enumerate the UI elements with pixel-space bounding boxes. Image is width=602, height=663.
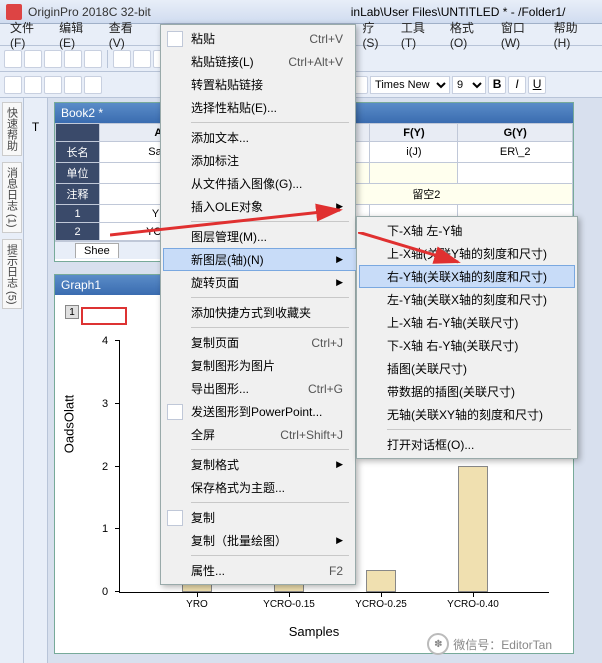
layer-number[interactable]: 1 <box>65 305 79 319</box>
menu-item[interactable]: 复制格式▶ <box>163 453 363 476</box>
menu-item[interactable]: 新图层(轴)(N)▶ <box>163 248 363 271</box>
menu-format[interactable]: 格式(O) <box>450 19 489 50</box>
y-axis-label: OadsOlatt <box>62 395 77 454</box>
tool-palette: T <box>24 98 48 663</box>
tool-icon[interactable] <box>24 76 42 94</box>
menu-item[interactable]: 打开对话框(O)... <box>359 433 575 456</box>
tool-icon[interactable] <box>64 76 82 94</box>
tool-icon[interactable] <box>44 76 62 94</box>
app-title: OriginPro 2018C 32-bit <box>28 5 151 19</box>
y-tick: 4 <box>102 335 108 347</box>
menu-item[interactable]: 全屏Ctrl+Shift+J <box>163 423 363 446</box>
menu-view[interactable]: 查看(V) <box>109 19 147 50</box>
font-select[interactable]: Times New <box>370 76 450 94</box>
x-tick: YRO <box>186 599 208 610</box>
tool-icon[interactable] <box>84 50 102 68</box>
y-tick: 0 <box>102 586 108 598</box>
x-tick: YCRO-0.25 <box>355 599 407 610</box>
menu-item[interactable]: 左-Y轴(关联X轴的刻度和尺寸) <box>359 288 575 311</box>
bar[interactable] <box>366 570 396 592</box>
x-tick: YCRO-0.40 <box>447 599 499 610</box>
context-menu: 粘贴Ctrl+V粘贴链接(L)Ctrl+Alt+V转置粘贴链接选择性粘贴(E).… <box>160 24 356 585</box>
menu-item[interactable]: 粘贴链接(L)Ctrl+Alt+V <box>163 50 363 73</box>
menu-item[interactable]: 属性...F2 <box>163 559 363 582</box>
menu-item[interactable]: 复制 <box>163 506 363 529</box>
menu-item[interactable]: 带数据的插图(关联尺寸) <box>359 380 575 403</box>
menu-item[interactable]: 复制图形为图片 <box>163 354 363 377</box>
app-icon <box>6 4 22 20</box>
menu-item[interactable]: 添加快捷方式到收藏夹 <box>163 301 363 324</box>
title-path: inLab\User Files\UNTITLED * - /Folder1/ <box>351 5 566 19</box>
menu-item[interactable]: 保存格式为主题... <box>163 476 363 499</box>
wechat-icon: ✽ <box>427 633 449 655</box>
watermark: ✽ 微信号：EditorTan <box>427 633 552 655</box>
underline-icon[interactable]: U <box>528 76 546 94</box>
tool-icon[interactable] <box>113 50 131 68</box>
sheet-tab[interactable]: Shee <box>75 243 119 258</box>
fontsize-select[interactable]: 9 <box>452 76 486 94</box>
menu-edit[interactable]: 编辑(E) <box>59 19 97 50</box>
left-tab-bar: 快速帮助 消息日志 (1) 提示日志 (5) <box>0 98 24 663</box>
tool-icon[interactable] <box>44 50 62 68</box>
menu-item[interactable]: 粘贴Ctrl+V <box>163 27 363 50</box>
tool-icon[interactable] <box>133 50 151 68</box>
menu-window[interactable]: 窗口(W) <box>501 19 542 50</box>
tool-icon[interactable] <box>4 76 22 94</box>
menu-item[interactable]: 从文件插入图像(G)... <box>163 172 363 195</box>
tool-icon[interactable] <box>4 50 22 68</box>
graph-title[interactable]: Graph1 <box>61 278 101 292</box>
menu-tools[interactable]: 工具(T) <box>401 19 438 50</box>
menu-s[interactable]: 疗(S) <box>362 19 388 50</box>
legend-box[interactable] <box>81 307 127 325</box>
x-axis-label: Samples <box>289 624 340 639</box>
menu-item[interactable]: 复制（批量绘图）▶ <box>163 529 363 552</box>
menu-item[interactable]: 转置粘贴链接 <box>163 73 363 96</box>
tab-quickhelp[interactable]: 快速帮助 <box>2 102 22 156</box>
red-arrow <box>110 200 360 240</box>
tab-hintlog[interactable]: 提示日志 (5) <box>2 239 22 310</box>
menu-item[interactable]: 上-X轴 右-Y轴(关联尺寸) <box>359 311 575 334</box>
menu-file[interactable]: 文件(F) <box>10 19 47 50</box>
x-tick: YCRO-0.15 <box>263 599 315 610</box>
menu-item[interactable]: 添加标注 <box>163 149 363 172</box>
tab-msglog[interactable]: 消息日志 (1) <box>2 162 22 233</box>
y-tick: 3 <box>102 398 108 410</box>
tool-icon[interactable] <box>24 50 42 68</box>
y-tick: 1 <box>102 523 108 535</box>
tool-icon[interactable] <box>64 50 82 68</box>
bar[interactable] <box>458 466 488 592</box>
bold-icon[interactable]: B <box>488 76 506 94</box>
menu-item[interactable]: 复制页面Ctrl+J <box>163 331 363 354</box>
red-arrow <box>358 232 478 272</box>
menu-item[interactable]: 下-X轴 右-Y轴(关联尺寸) <box>359 334 575 357</box>
menu-item[interactable]: 选择性粘贴(E)... <box>163 96 363 119</box>
menu-item[interactable]: 无轴(关联XY轴的刻度和尺寸) <box>359 403 575 426</box>
menu-item[interactable]: 插图(关联尺寸) <box>359 357 575 380</box>
menu-help[interactable]: 帮助(H) <box>554 19 592 50</box>
menu-item[interactable]: 发送图形到PowerPoint... <box>163 400 363 423</box>
menu-item[interactable]: 导出图形...Ctrl+G <box>163 377 363 400</box>
menu-item[interactable]: 旋转页面▶ <box>163 271 363 294</box>
y-tick: 2 <box>102 461 108 473</box>
tool-icon[interactable] <box>84 76 102 94</box>
italic-icon[interactable]: I <box>508 76 526 94</box>
menu-item[interactable]: 添加文本... <box>163 126 363 149</box>
text-icon[interactable]: T <box>32 120 39 134</box>
